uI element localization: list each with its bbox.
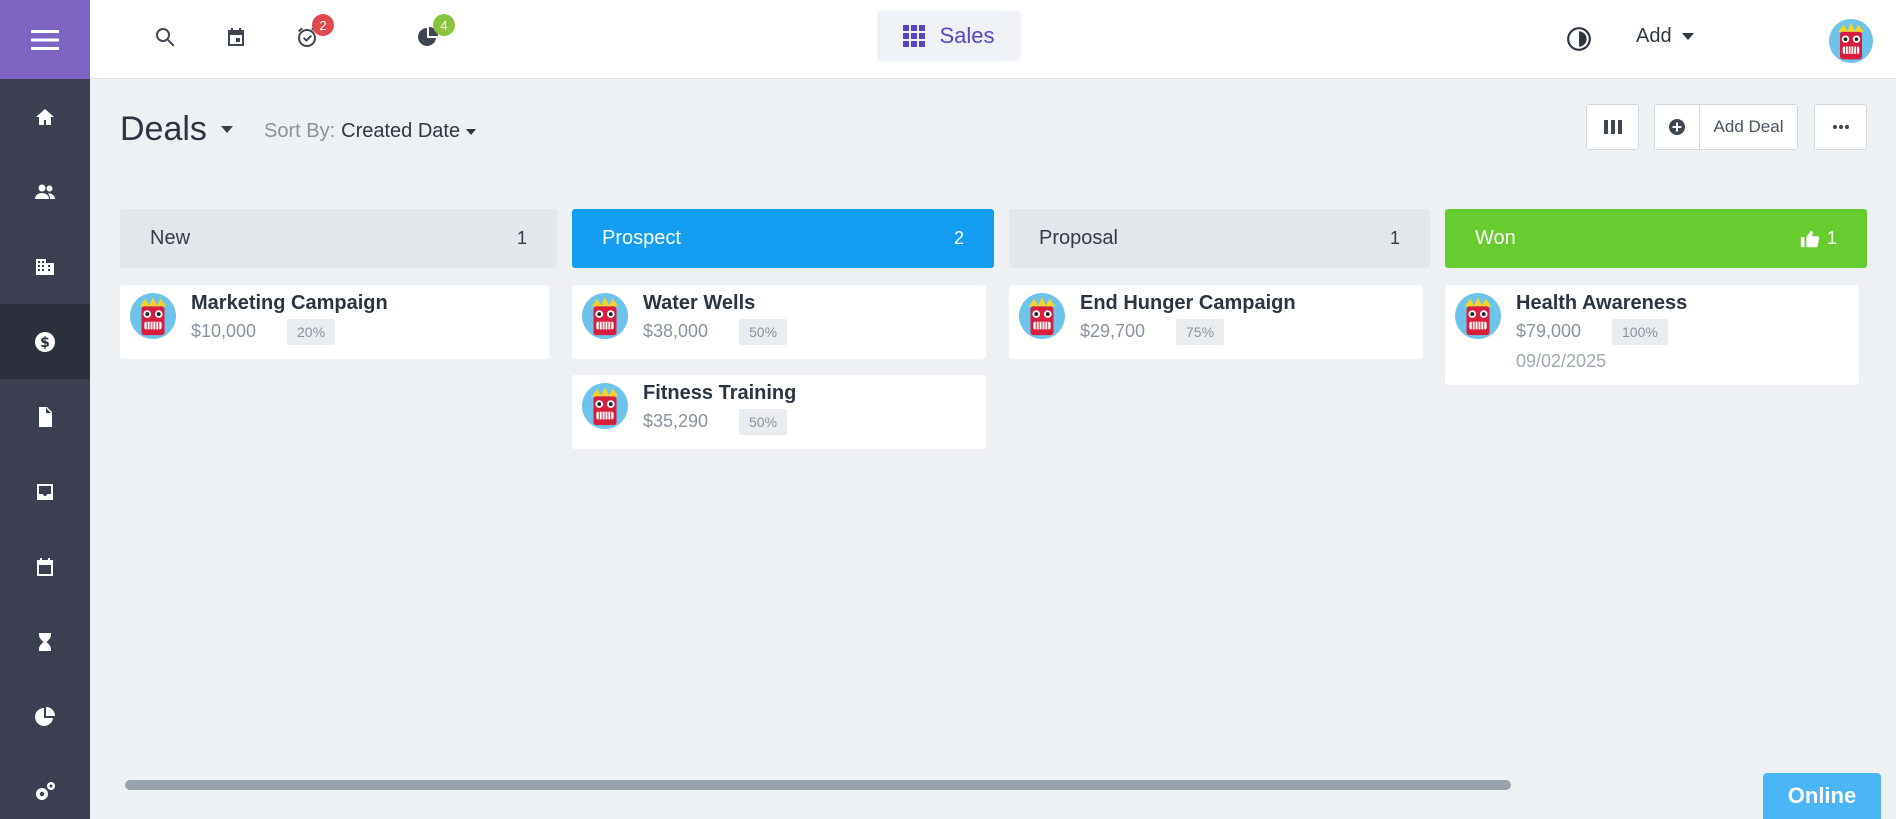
deal-card[interactable]: Fitness Training $35,290 50% xyxy=(572,375,986,449)
deal-name: End Hunger Campaign xyxy=(1080,292,1296,314)
more-options-button[interactable] xyxy=(1814,104,1867,150)
half-moon-icon xyxy=(1567,27,1591,51)
column-count: 1 xyxy=(1826,228,1837,248)
contacts-icon xyxy=(35,184,55,199)
deal-card[interactable]: End Hunger Campaign $29,700 75% xyxy=(1009,285,1423,359)
ellipsis-icon xyxy=(1832,125,1849,129)
tasks-badge: 2 xyxy=(312,14,334,36)
avatar xyxy=(130,293,176,339)
deal-probability-badge: 75% xyxy=(1176,319,1225,345)
deal-amount: $35,290 xyxy=(643,411,709,431)
kanban-view-button[interactable] xyxy=(1586,104,1639,150)
sidebar: $ xyxy=(0,0,90,819)
deal-card[interactable]: Water Wells $38,000 50% xyxy=(572,285,986,359)
calendar-icon xyxy=(228,28,244,46)
add-deal-button[interactable]: Add Deal xyxy=(1700,105,1797,149)
sidebar-item-home[interactable] xyxy=(0,79,90,154)
deal-probability-badge: 50% xyxy=(739,409,788,435)
add-menu-label: Add xyxy=(1636,25,1672,47)
reports-button[interactable]: 4 xyxy=(413,14,455,52)
sort-value: Created Date xyxy=(341,120,461,142)
page-title: Deals xyxy=(120,110,207,148)
online-status-button[interactable]: Online xyxy=(1763,773,1881,819)
home-icon xyxy=(36,108,54,125)
add-menu-button[interactable]: Add xyxy=(1636,25,1694,48)
deal-name: Marketing Campaign xyxy=(191,292,388,314)
inbox-icon xyxy=(37,483,53,500)
deal-close-date: 09/02/2025 xyxy=(1516,351,1607,371)
sort-dropdown[interactable]: Sort By: Created Date xyxy=(264,120,477,143)
avatar xyxy=(1019,293,1065,339)
sidebar-item-inbox[interactable] xyxy=(0,454,90,529)
search-icon xyxy=(156,28,175,47)
hourglass-icon xyxy=(39,632,51,651)
calendar-icon xyxy=(37,557,53,576)
deal-probability-badge: 100% xyxy=(1612,319,1668,345)
column-header-won: Won 1 xyxy=(1445,209,1867,268)
add-deal-plus-button[interactable] xyxy=(1655,105,1700,149)
sidebar-item-calendar[interactable] xyxy=(0,529,90,604)
sidebar-item-timesheet[interactable] xyxy=(0,604,90,679)
grid-icon xyxy=(903,25,926,47)
thumbs-up-icon xyxy=(1800,230,1820,247)
sidebar-item-contacts[interactable] xyxy=(0,154,90,229)
column-count: 2 xyxy=(953,228,964,248)
theme-toggle-button[interactable] xyxy=(1564,24,1594,54)
deal-probability-badge: 20% xyxy=(287,319,336,345)
deal-amount: $29,700 xyxy=(1080,321,1146,341)
deal-card[interactable]: Health Awareness $79,000 100% 09/02/2025 xyxy=(1445,285,1859,385)
deal-name: Water Wells xyxy=(643,292,756,314)
hamburger-icon xyxy=(31,29,59,50)
deal-card[interactable]: Marketing Campaign $10,000 20% xyxy=(120,285,549,359)
company-icon xyxy=(36,258,54,275)
dollar-icon: $ xyxy=(35,331,55,352)
document-icon xyxy=(39,406,52,427)
column-name: Proposal xyxy=(1039,227,1118,249)
svg-text:$: $ xyxy=(40,335,50,351)
column-header-proposal: Proposal 1 xyxy=(1009,209,1430,268)
chevron-down-icon xyxy=(466,128,477,135)
pie-chart-icon xyxy=(35,706,55,726)
avatar xyxy=(582,383,628,429)
column-count-wrap: 1 xyxy=(1799,228,1837,250)
columns-icon xyxy=(1603,120,1622,134)
sidebar-item-deals[interactable]: $ xyxy=(0,304,90,379)
search-button[interactable] xyxy=(150,22,180,52)
chevron-down-icon xyxy=(1681,33,1694,40)
column-header-new: New 1 xyxy=(120,209,557,268)
column-name: Prospect xyxy=(602,227,681,249)
user-avatar[interactable] xyxy=(1829,19,1873,63)
column-count: 1 xyxy=(516,228,527,248)
deal-name: Fitness Training xyxy=(643,382,797,404)
sidebar-item-settings[interactable] xyxy=(0,754,90,819)
plus-circle-icon xyxy=(1669,119,1685,135)
chevron-down-icon xyxy=(220,126,233,133)
add-deal-button-group: Add Deal xyxy=(1654,104,1798,150)
sidebar-item-documents[interactable] xyxy=(0,379,90,454)
sidebar-item-reports[interactable] xyxy=(0,679,90,754)
column-count: 1 xyxy=(1389,228,1400,248)
column-name: New xyxy=(150,227,191,249)
page-title-dropdown[interactable]: Deals xyxy=(120,110,233,149)
deal-amount: $79,000 xyxy=(1516,321,1582,341)
top-bar: 2 4 Sales Add xyxy=(90,0,1896,79)
reports-badge: 4 xyxy=(433,14,455,36)
deal-probability-badge: 50% xyxy=(739,319,788,345)
avatar xyxy=(582,293,628,339)
column-name: Won xyxy=(1475,227,1516,249)
deal-amount: $10,000 xyxy=(191,321,257,341)
tasks-button[interactable]: 2 xyxy=(292,14,334,52)
sidebar-item-companies[interactable] xyxy=(0,229,90,304)
sort-prefix: Sort By: xyxy=(264,120,336,142)
column-header-prospect: Prospect 2 xyxy=(572,209,994,268)
horizontal-scrollbar[interactable] xyxy=(125,780,1511,790)
deal-amount: $38,000 xyxy=(643,321,709,341)
gears-icon xyxy=(36,781,55,800)
calendar-button[interactable] xyxy=(221,22,251,52)
app-name: Sales xyxy=(939,23,995,48)
avatar xyxy=(1455,293,1501,339)
deal-name: Health Awareness xyxy=(1516,292,1688,314)
menu-toggle-button[interactable] xyxy=(0,0,90,79)
app-switcher-button[interactable]: Sales xyxy=(877,11,1021,61)
